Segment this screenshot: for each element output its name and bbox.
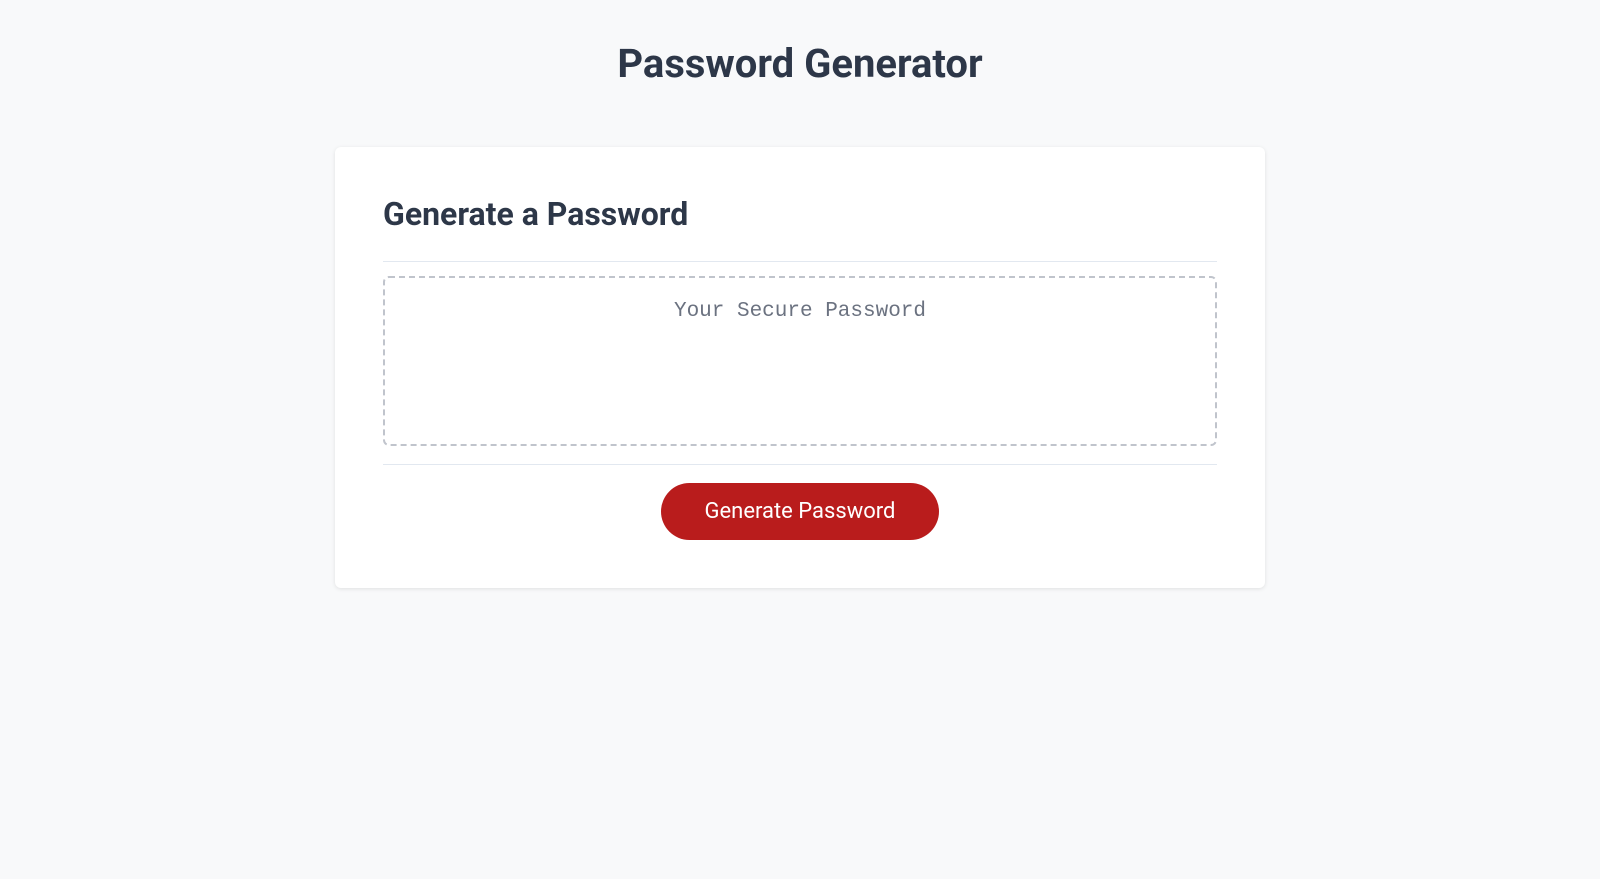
card-body [383,276,1217,465]
page-wrapper: Password Generator Generate a Password G… [0,0,1600,628]
password-output[interactable] [383,276,1217,446]
page-title: Password Generator [40,40,1560,87]
card-header: Generate a Password [383,195,1217,262]
generate-button[interactable]: Generate Password [661,483,940,540]
card-footer: Generate Password [383,483,1217,540]
generator-card: Generate a Password Generate Password [335,147,1265,588]
card-heading: Generate a Password [383,195,1217,233]
